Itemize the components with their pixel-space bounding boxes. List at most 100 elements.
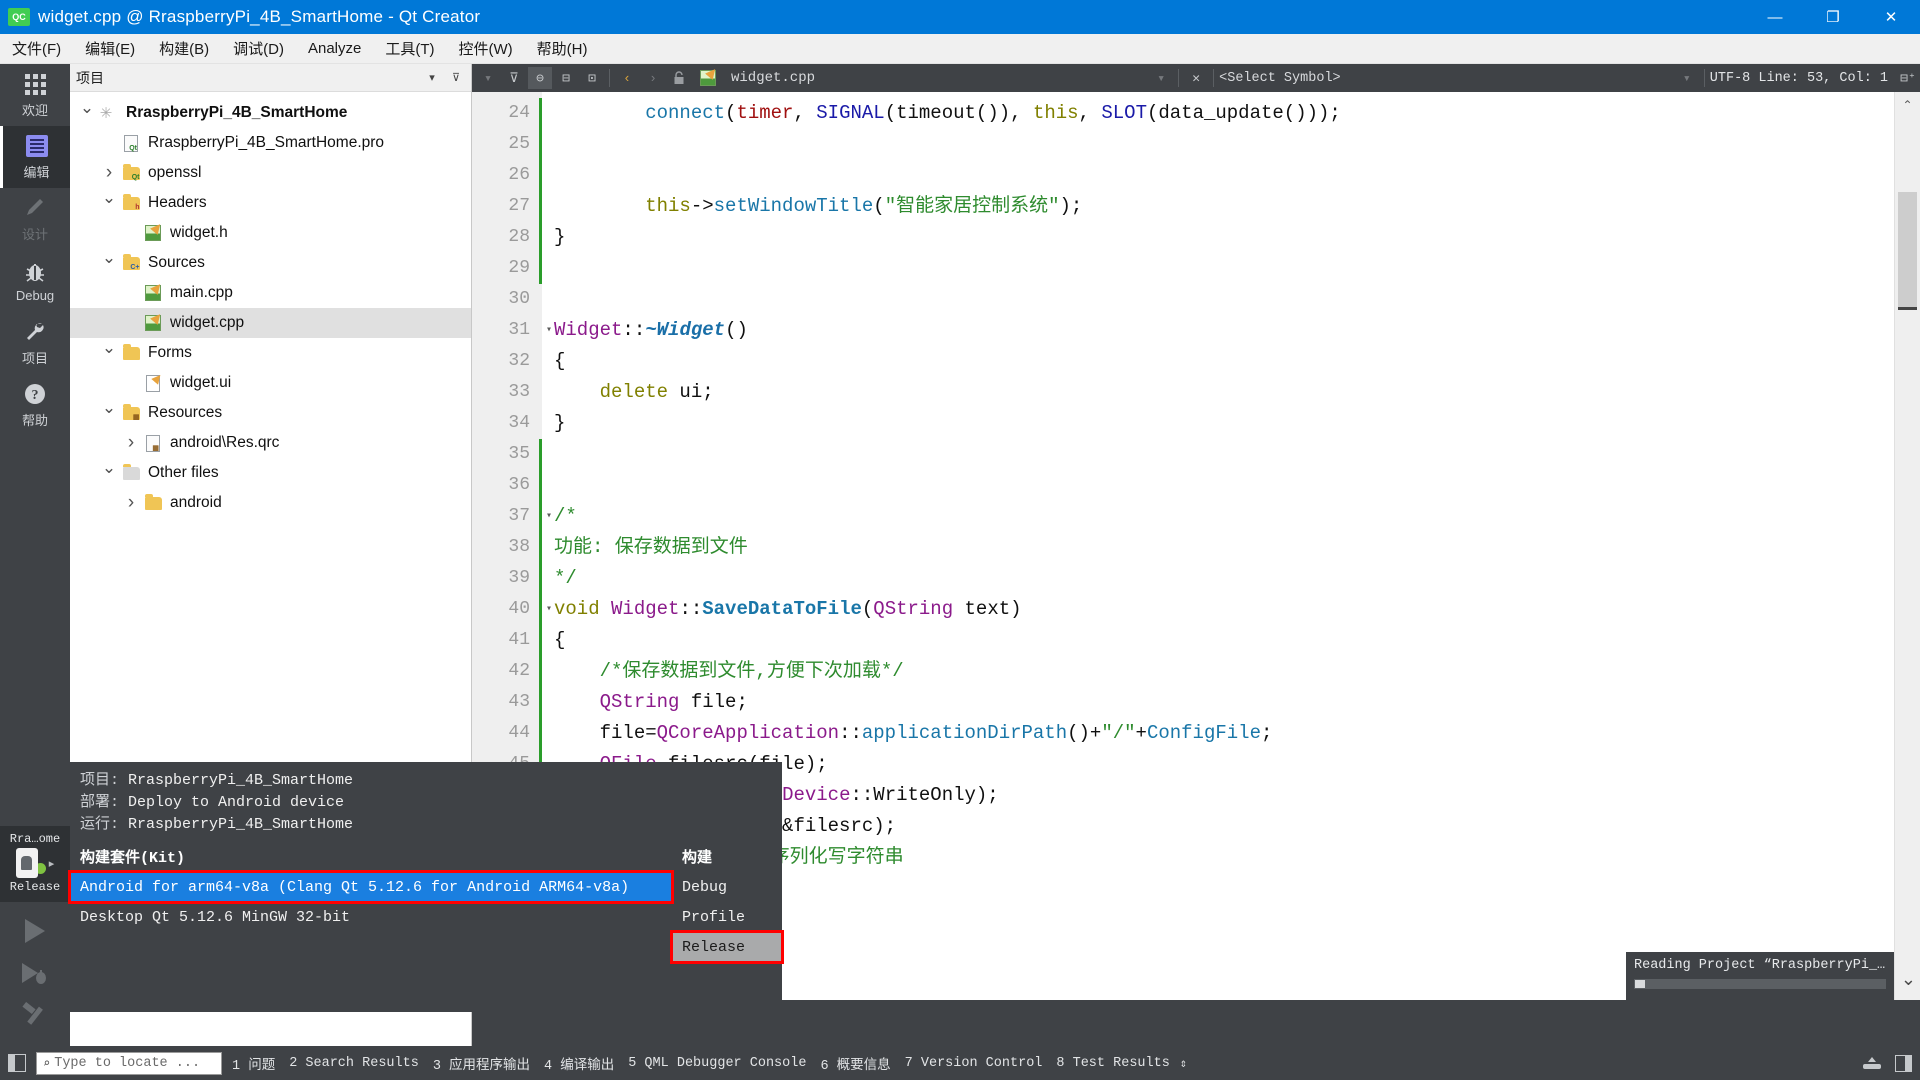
symbol-dropdown-icon[interactable]: ▾ <box>1675 67 1699 89</box>
tree-item-label: RraspberryPi_4B_SmartHome <box>126 104 348 121</box>
menu-item-6[interactable]: 控件(W) <box>447 35 525 62</box>
tree-item-label: android <box>170 494 222 511</box>
mode-欢迎[interactable]: 欢迎 <box>0 64 70 126</box>
kit-option-1[interactable]: Desktop Qt 5.12.6 MinGW 32-bit <box>70 902 672 932</box>
tree-item-label: Headers <box>148 194 207 211</box>
locator-input[interactable]: ⌕ Type to locate ... <box>36 1051 222 1075</box>
build-config-option-1[interactable]: Profile <box>672 902 782 932</box>
run-button[interactable] <box>13 912 57 950</box>
build-config-option-0[interactable]: Debug <box>672 872 782 902</box>
link-icon[interactable]: ⊖ <box>528 67 552 89</box>
tree-item-resources[interactable]: ▦ Resources <box>70 398 471 428</box>
dropdown-icon[interactable]: ▾ <box>476 67 500 89</box>
close-split-icon[interactable]: ⊡ <box>580 67 604 89</box>
close-button[interactable]: ✕ <box>1862 0 1920 34</box>
split-icon[interactable]: ⊟ <box>554 67 578 89</box>
unlock-icon[interactable] <box>667 67 691 89</box>
kit-option-0[interactable]: Android for arm64-v8a (Clang Qt 5.12.6 f… <box>68 870 674 905</box>
output-pane-2[interactable]: 2 Search Results <box>289 1056 419 1071</box>
nav-forward-icon[interactable]: › <box>641 67 665 89</box>
chevron-right-icon[interactable] <box>120 432 142 454</box>
menu-item-3[interactable]: 调试(D) <box>221 35 296 62</box>
tree-item-widget-h[interactable]: widget.h <box>70 218 471 248</box>
line-number: 43 <box>508 692 530 712</box>
menu-item-4[interactable]: Analyze <box>296 37 373 60</box>
output-pane-4[interactable]: 4 编译输出 <box>544 1053 614 1074</box>
output-pane-7[interactable]: 7 Version Control <box>905 1056 1043 1071</box>
debug-button[interactable] <box>13 954 57 992</box>
close-tab-icon[interactable]: ✕ <box>1184 67 1208 89</box>
editor-file-tab[interactable]: widget.cpp <box>693 69 815 87</box>
panel-toggle-icon[interactable] <box>8 1054 26 1072</box>
window-title: widget.cpp @ RraspberryPi_4B_SmartHome -… <box>38 7 481 26</box>
mode-Debug[interactable]: Debug <box>0 250 70 312</box>
file-dropdown-icon[interactable]: ▾ <box>1149 67 1173 89</box>
chevron-down-icon[interactable] <box>98 470 120 476</box>
output-pane-updown-icon[interactable]: ⇕ <box>1180 1056 1187 1071</box>
token: this <box>1032 102 1079 124</box>
editor-toolbar: ▾ ⊽ ⊖ ⊟ ⊡ ‹ › widget.cpp ▾ ✕ <Select Sym… <box>472 64 1920 92</box>
scrollbar-thumb[interactable] <box>1898 192 1917 310</box>
mode-设计[interactable]: 设计 <box>0 188 70 250</box>
mode-编辑[interactable]: 编辑 <box>0 126 70 188</box>
token: } <box>554 226 566 248</box>
tree-item-main-cpp[interactable]: main.cpp <box>70 278 471 308</box>
scroll-up-icon[interactable]: ⌃ <box>1895 92 1920 118</box>
tree-item-widget-cpp[interactable]: widget.cpp <box>70 308 471 338</box>
chevron-down-icon[interactable] <box>98 410 120 416</box>
menu-item-7[interactable]: 帮助(H) <box>525 35 600 62</box>
progress-slider-icon[interactable] <box>1859 1055 1885 1071</box>
mode-项目[interactable]: 项目 <box>0 312 70 374</box>
chevron-down-icon[interactable] <box>98 350 120 356</box>
output-pane-3[interactable]: 3 应用程序输出 <box>433 1053 530 1074</box>
tree-item-rraspberrypi-4b-smarthome-pro[interactable]: Qt RraspberryPi_4B_SmartHome.pro <box>70 128 471 158</box>
nav-back-icon[interactable]: ‹ <box>615 67 639 89</box>
tree-item-forms[interactable]: Forms <box>70 338 471 368</box>
tree-item-other-files[interactable]: Other files <box>70 458 471 488</box>
filter-icon[interactable]: ⊽ <box>447 69 465 87</box>
output-pane-5[interactable]: 5 QML Debugger Console <box>628 1056 806 1071</box>
build-config-option-2[interactable]: Release <box>670 930 784 965</box>
chevron-right-icon[interactable] <box>98 162 120 184</box>
right-panel-toggle-icon[interactable] <box>1895 1054 1912 1072</box>
tree-item-android-res-qrc[interactable]: ▦ android\Res.qrc <box>70 428 471 458</box>
chevron-down-icon[interactable] <box>98 260 120 266</box>
minimize-button[interactable]: — <box>1746 0 1804 34</box>
maximize-button[interactable]: ❐ <box>1804 0 1862 34</box>
tree-item-headers[interactable]: h Headers <box>70 188 471 218</box>
tree-item-rraspberrypi-4b-smarthome[interactable]: ✳ RraspberryPi_4B_SmartHome <box>70 98 471 128</box>
fold-marker-icon[interactable]: ▾ <box>546 315 552 346</box>
select-symbol-label[interactable]: <Select Symbol> <box>1219 71 1341 86</box>
editor-vertical-scrollbar[interactable]: ⌃ <box>1894 92 1920 1000</box>
fold-marker-icon[interactable]: ▾ <box>546 594 552 625</box>
output-pane-8[interactable]: 8 Test Results <box>1056 1056 1169 1071</box>
menu-item-5[interactable]: 工具(T) <box>373 35 446 62</box>
output-pane-6[interactable]: 6 概要信息 <box>820 1053 890 1074</box>
line-number: 32 <box>508 351 530 371</box>
filter-icon[interactable]: ⊽ <box>502 67 526 89</box>
menu-item-0[interactable]: 文件(F) <box>0 35 73 62</box>
tree-item-openssl[interactable]: Qt openssl <box>70 158 471 188</box>
mode-帮助[interactable]: ? 帮助 <box>0 374 70 436</box>
split-editor-icon[interactable]: ⊟⁺ <box>1896 67 1920 89</box>
build-button[interactable] <box>13 996 57 1034</box>
fold-marker-icon[interactable]: ▾ <box>546 501 552 532</box>
tree-item-widget-ui[interactable]: widget.ui <box>70 368 471 398</box>
code-line: QString file; <box>554 687 1894 718</box>
kit-selector-button[interactable]: Rra…ome ▸ Release <box>0 826 70 902</box>
chevron-right-icon[interactable] <box>120 492 142 514</box>
token: */ <box>554 567 577 589</box>
menu-item-2[interactable]: 构建(B) <box>147 35 221 62</box>
chevron-down-icon[interactable] <box>76 110 98 116</box>
tree-item-sources[interactable]: C+ Sources <box>70 248 471 278</box>
chevron-down-icon[interactable] <box>98 200 120 206</box>
menu-item-1[interactable]: 编辑(E) <box>73 35 147 62</box>
mode-label: 设计 <box>21 227 48 242</box>
tree-item-android[interactable]: android <box>70 488 471 518</box>
token: ::WriteOnly); <box>850 784 999 806</box>
collapse-chevron-icon[interactable]: ⌄ <box>1901 969 1916 990</box>
line-number: 31 ▾ <box>472 315 552 346</box>
output-pane-1[interactable]: 1 问题 <box>232 1053 275 1074</box>
dropdown-icon[interactable]: ▾ <box>423 69 441 87</box>
